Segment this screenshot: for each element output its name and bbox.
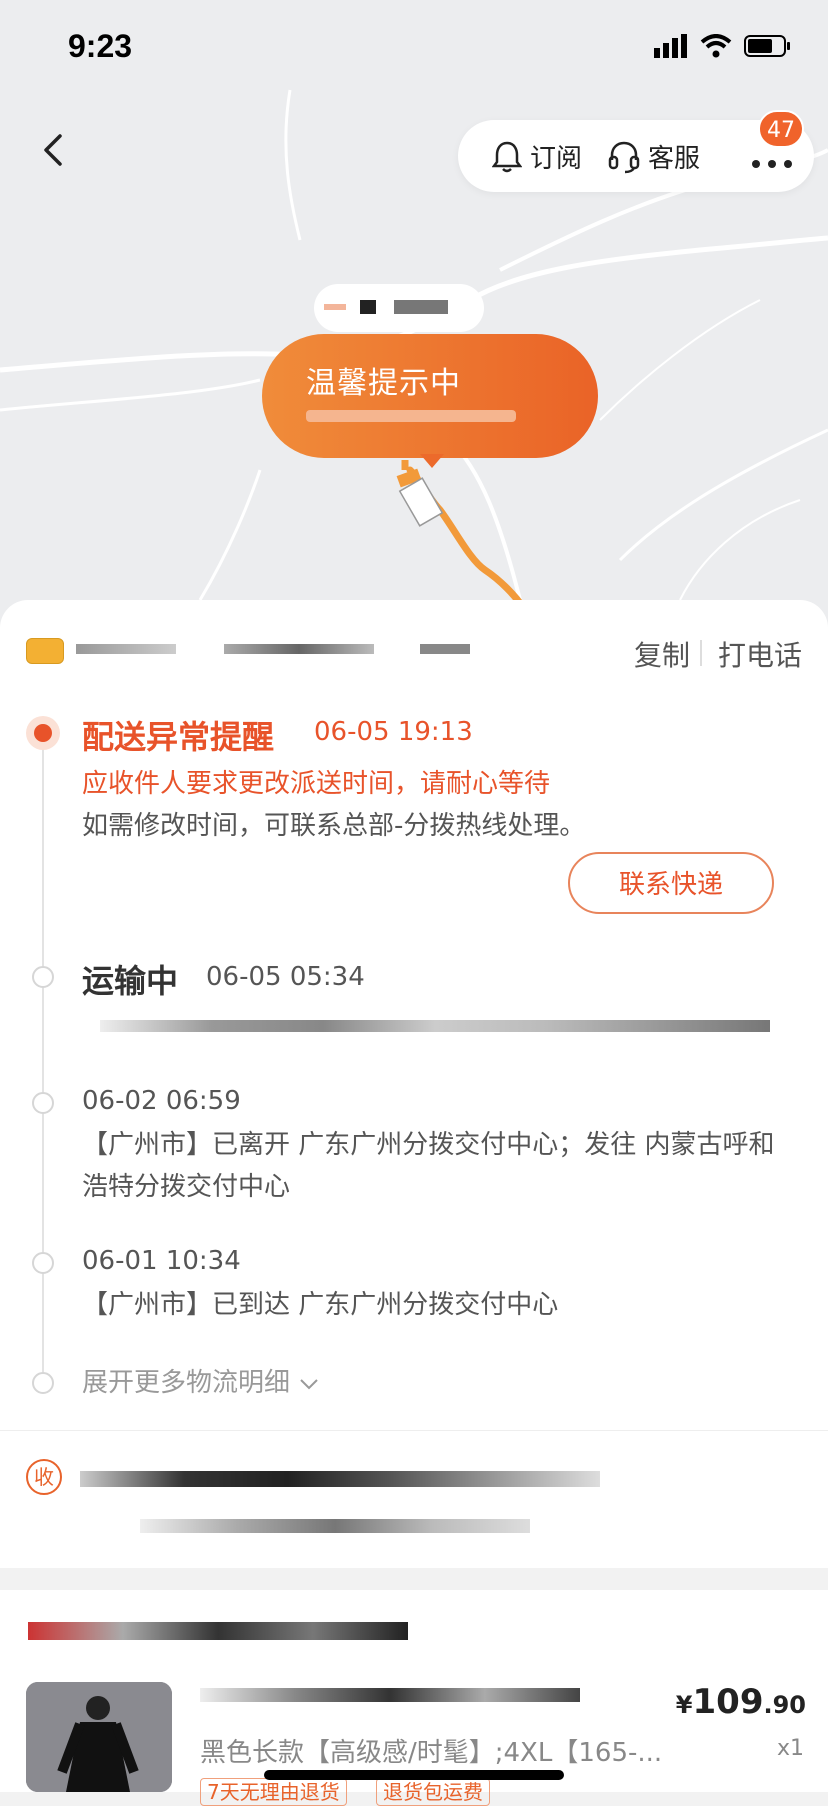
- service-label: 客服: [648, 144, 701, 174]
- bell-icon: [492, 141, 522, 172]
- headset-icon: [608, 141, 640, 173]
- divider: [700, 640, 702, 666]
- receiver-icon: 收: [26, 1459, 62, 1495]
- location-label-pill: [314, 284, 484, 332]
- status-time: 9:23: [68, 28, 133, 64]
- header-actions: 订阅 客服 47: [458, 110, 814, 192]
- timeline-line: [42, 728, 44, 1378]
- event-description: 【广州市】已到达 广东广州分拨交付中心: [82, 1290, 559, 1320]
- battery-icon: [744, 35, 790, 57]
- event-title: 运输中: [82, 962, 179, 1000]
- timeline-dot-active: [26, 716, 60, 750]
- product-title-redacted: [200, 1688, 580, 1702]
- shop-name-redacted: [28, 1622, 408, 1640]
- tip-bubble[interactable]: 温馨提示中: [262, 334, 598, 468]
- customer-service-button[interactable]: 客服: [608, 138, 700, 175]
- status-icons: [654, 34, 792, 58]
- event-description: 【广州市】已离开 广东广州分拨交付中心；发往 内蒙古呼和浩特分拨交付中心: [82, 1130, 775, 1202]
- product-variant: 黑色长款【高级感/时髦】;4XL【165-...: [200, 1738, 663, 1768]
- truck-icon: [396, 468, 444, 527]
- receiver-address-redacted: [140, 1519, 530, 1533]
- tip-bubble-subtitle-redacted: [306, 410, 516, 422]
- product-card[interactable]: ¥109.90 黑色长款【高级感/时髦】;4XL【165-... x1 7天无理…: [0, 1590, 828, 1806]
- event-title: 配送异常提醒: [82, 718, 275, 756]
- timeline-dot: [32, 1092, 54, 1114]
- event-description: 如需修改时间，可联系总部-分拨热线处理。: [82, 811, 586, 841]
- home-indicator[interactable]: [264, 1770, 564, 1780]
- timeline-dot: [32, 1252, 54, 1274]
- event-time: 06-05 05:34: [206, 962, 365, 992]
- courier-row: 复制 打电话: [0, 600, 828, 696]
- product-thumbnail[interactable]: [26, 1682, 172, 1792]
- expand-label: 展开更多物流明细: [82, 1368, 291, 1398]
- event-time: 06-01 10:34: [82, 1246, 241, 1276]
- event-time: 06-02 06:59: [82, 1086, 241, 1116]
- subscribe-label: 订阅: [530, 144, 583, 174]
- status-bar: 9:23: [0, 0, 828, 100]
- chevron-down-icon: [300, 1379, 318, 1390]
- dress-image: [26, 1682, 172, 1792]
- timeline-dot: [32, 1372, 54, 1394]
- logistics-card: 复制 打电话 配送异常提醒 06-05 19:13 应收件人要求更改派送时间，请…: [0, 600, 828, 1430]
- courier-logo: [26, 638, 64, 664]
- event-highlight: 应收件人要求更改派送时间，请耐心等待: [82, 769, 551, 799]
- section-separator: [0, 1568, 828, 1590]
- copy-button[interactable]: 复制: [634, 634, 690, 674]
- map-view[interactable]: 9:23 订阅 客服 47 温馨提示中: [0, 0, 828, 640]
- receiver-name-redacted: [80, 1471, 600, 1487]
- courier-name-redacted: [76, 644, 176, 654]
- expand-logistics-button[interactable]: 展开更多物流明细: [82, 1362, 320, 1399]
- wifi-icon: [700, 34, 732, 58]
- event-text-redacted: [100, 1020, 770, 1032]
- product-quantity: x1: [776, 1736, 804, 1761]
- message-count-badge: 47: [758, 110, 804, 148]
- receiver-section[interactable]: 收: [0, 1430, 828, 1569]
- call-button[interactable]: 打电话: [718, 634, 802, 674]
- tracking-number-redacted: [224, 644, 374, 654]
- back-icon[interactable]: [34, 130, 74, 170]
- timeline-dot: [32, 966, 54, 988]
- event-time: 06-05 19:13: [314, 717, 473, 747]
- contact-courier-button[interactable]: 联系快递: [568, 852, 774, 914]
- service-tag: 退货包运费: [376, 1778, 490, 1806]
- service-tag: 7天无理由退货: [200, 1778, 347, 1806]
- product-price: ¥109.90: [675, 1682, 806, 1722]
- subscribe-button[interactable]: 订阅: [492, 138, 582, 175]
- tip-bubble-title: 温馨提示中: [306, 366, 461, 401]
- signal-icon: [654, 34, 687, 58]
